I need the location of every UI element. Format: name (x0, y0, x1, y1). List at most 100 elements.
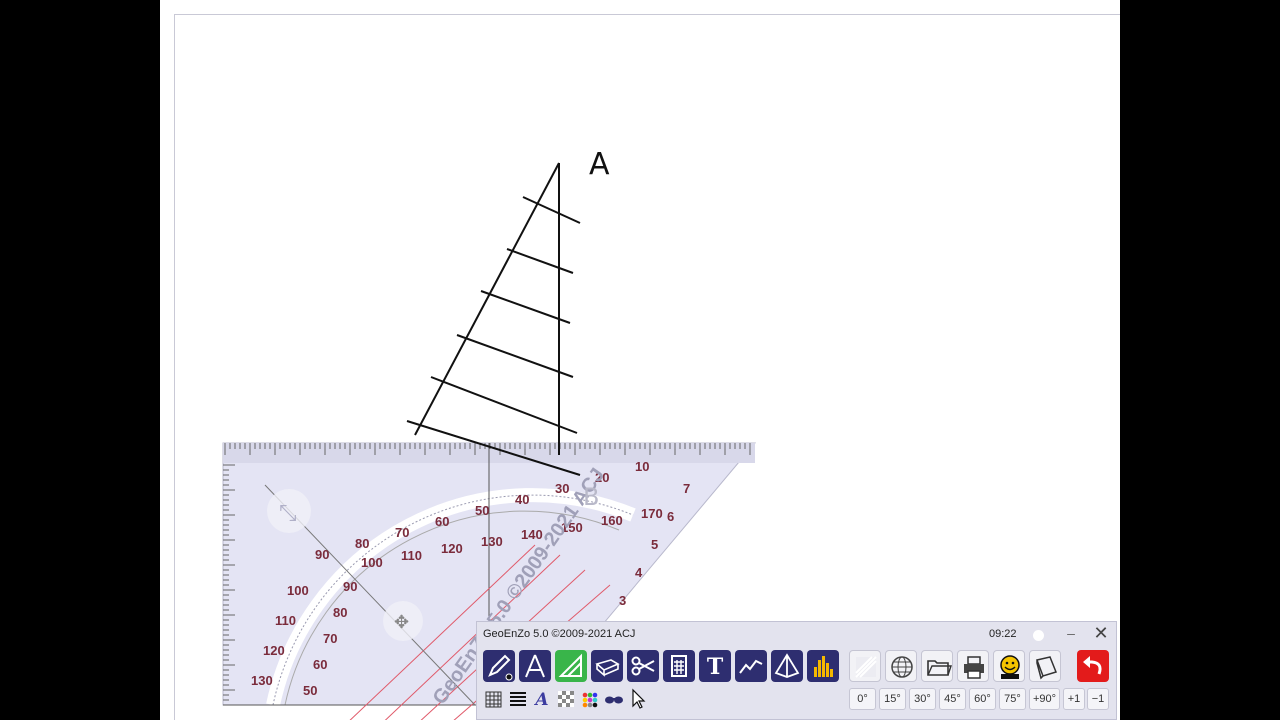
glasses-icon (605, 696, 623, 704)
outer-scale-label-3: 60 (435, 514, 449, 529)
left-inner-label-0: 90 (343, 579, 357, 594)
left-scale-label-0: 100 (287, 583, 309, 598)
rotate-plus1-button[interactable]: +1 (1063, 688, 1085, 710)
outer-scale-label-5: 40 (515, 492, 529, 507)
grid-toggle[interactable] (483, 688, 505, 710)
svg-text:✥: ✥ (394, 612, 409, 632)
drawing-surface[interactable]: 908070605040302010100 110 120 130 140 150 160 1… (175, 15, 1120, 720)
color-palette-button[interactable] (579, 688, 601, 710)
text-tool-button[interactable]: T (699, 650, 731, 682)
left-inner-label-4: 50 (303, 683, 317, 698)
scissors-tool-button[interactable] (627, 650, 659, 682)
set-square-icon (558, 653, 582, 677)
outer-scale-label-1: 80 (355, 536, 369, 551)
edge-scale-label-4: 3 (619, 593, 626, 608)
lines-icon (510, 692, 526, 706)
point-b-label: B (583, 483, 600, 511)
mathsmile-button[interactable] (993, 650, 1025, 682)
outer-scale-label-2: 70 (395, 525, 409, 540)
pointer-button[interactable] (627, 688, 649, 710)
compass-tool-button[interactable] (519, 650, 551, 682)
left-inner-label-3: 60 (313, 657, 327, 672)
undo-button[interactable] (1077, 650, 1109, 682)
inner-scale-label-1: 110 (401, 548, 422, 563)
eraser-tool-button[interactable] (591, 650, 623, 682)
grid-icon (485, 691, 502, 708)
tool-palette[interactable]: GeoEnZo 5.0 ©2009-2021 ACJ 09:22 – ✕ T A… (476, 621, 1117, 720)
fill-toggle[interactable] (555, 688, 577, 710)
eraser-icon (595, 659, 620, 677)
clock: 09:22 (989, 628, 1017, 640)
close-button[interactable]: ✕ (1092, 624, 1110, 642)
pyramid-icon (774, 653, 800, 678)
text-icon: T (707, 654, 724, 680)
graph-tool-button[interactable] (735, 650, 767, 682)
undo-icon (1083, 656, 1102, 675)
edge-scale-label-0: 7 (683, 481, 690, 496)
lines-toggle[interactable] (507, 688, 529, 710)
inner-scale-label-6: 160 (601, 513, 623, 528)
angle-75-button[interactable]: 75° (999, 688, 1026, 710)
chart-tool-button[interactable] (807, 650, 839, 682)
svg-text:T: T (707, 654, 724, 680)
pattern-icon (855, 656, 877, 678)
left-scale-label-1: 110 (275, 613, 296, 628)
smiley-icon (1000, 655, 1020, 679)
construction-lines (406, 162, 581, 476)
compass-icon (525, 654, 545, 678)
solid-tool-button[interactable] (771, 650, 803, 682)
edge-scale-label-3: 4 (635, 565, 643, 580)
outer-scale-label-4: 50 (475, 503, 489, 518)
outer-scale-label-0: 90 (315, 547, 329, 562)
checker-icon (558, 691, 574, 707)
svg-text:⤡: ⤡ (279, 500, 297, 525)
scissors-icon (631, 656, 655, 676)
angle-0-button[interactable]: 0° (849, 688, 876, 710)
minimize-button[interactable]: – (1064, 622, 1078, 644)
angle-45-button[interactable]: 45° (939, 688, 966, 710)
font-icon: A (533, 690, 548, 710)
open-button[interactable] (921, 650, 953, 682)
pencil-icon (488, 654, 513, 681)
font-toggle[interactable]: A (531, 688, 553, 710)
inner-scale-label-3: 130 (481, 534, 503, 549)
edge-scale-label-2: 5 (651, 537, 658, 552)
rotate-minus1-button[interactable]: −1 (1087, 688, 1109, 710)
outer-scale-label-6: 30 (555, 481, 569, 496)
left-scale-label-2: 120 (263, 643, 285, 658)
angle-plus90-button[interactable]: +90° (1029, 688, 1060, 710)
set-square-tool-button[interactable] (555, 650, 587, 682)
point-a-label: A (589, 147, 610, 182)
cursor-icon (632, 688, 646, 709)
book-button[interactable] (1029, 650, 1061, 682)
left-inner-label-2: 70 (323, 631, 337, 646)
angle-15-button[interactable]: 15° (879, 688, 906, 710)
print-button[interactable] (957, 650, 989, 682)
calculator-tool-button[interactable] (663, 650, 695, 682)
angle-60-button[interactable]: 60° (969, 688, 996, 710)
left-inner-label-1: 80 (333, 605, 347, 620)
palette-icon (582, 692, 598, 708)
bar-chart-icon (814, 656, 833, 677)
globe-icon (891, 656, 913, 678)
glasses-button[interactable] (603, 688, 625, 710)
inner-scale-label-0: 100 (361, 555, 383, 570)
globe-button[interactable] (885, 650, 917, 682)
left-scale-label-3: 130 (251, 673, 273, 688)
drawing-canvas[interactable]: 90 80 70 60 50 40 30 20 10 100 110 120 130 140 150 160 1… (174, 14, 1120, 720)
angle-30-button[interactable]: 30° (909, 688, 936, 710)
printer-icon (964, 656, 984, 679)
book-icon (1035, 656, 1057, 680)
svg-text:A: A (533, 690, 548, 710)
status-dot-icon (1033, 630, 1044, 641)
pencil-tool-button[interactable] (483, 650, 515, 682)
outer-scale-label-8: 10 (635, 459, 649, 474)
inner-scale-label-7: 170 (641, 506, 663, 521)
pattern-tool-button[interactable] (849, 650, 881, 682)
app-title: GeoEnZo 5.0 ©2009-2021 ACJ (483, 628, 636, 640)
graph-icon (739, 659, 763, 674)
inner-scale-label-2: 120 (441, 541, 463, 556)
folder-icon (927, 660, 952, 676)
geoenzo-app: 90 80 70 60 50 40 30 20 10 100 110 120 130 140 150 160 1… (160, 0, 1120, 720)
calculator-icon (671, 655, 687, 677)
